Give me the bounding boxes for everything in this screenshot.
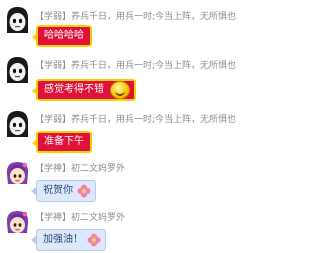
pale-face-avatar-icon — [5, 56, 30, 84]
message-bubble: 感觉考得不错 — [32, 79, 136, 101]
message-bubble: 准备下午 — [32, 131, 92, 153]
sender-header: 【学弱】养兵千日，用兵一时;今当上阵，无所惧也 — [35, 61, 237, 71]
sender-header: 【学神】初二文妈罗外 — [35, 164, 126, 174]
message-text: 加强油！ — [43, 234, 83, 245]
purple-hair-girl-avatar-icon — [5, 160, 30, 188]
flower-icon — [87, 233, 101, 247]
purple-hair-girl-avatar-icon — [5, 209, 30, 237]
pale-face-avatar-icon — [5, 6, 30, 34]
sender-header: 【学弱】养兵千日，用兵一时;今当上阵，无所惧也 — [35, 12, 237, 22]
pale-face-avatar-icon — [5, 110, 30, 138]
message-text: 感觉考得不错 — [44, 84, 104, 95]
sender-avatar[interactable] — [5, 110, 30, 138]
message-bubble: 加强油！ — [31, 229, 106, 251]
sender-avatar[interactable] — [5, 160, 30, 188]
message-bubble: 哈哈哈哈 — [32, 25, 92, 47]
sender-avatar[interactable] — [5, 56, 30, 84]
sender-header: 【学弱】养兵千日，用兵一时;今当上阵，无所惧也 — [35, 115, 237, 125]
flower-icon — [77, 184, 91, 198]
sender-avatar[interactable] — [5, 6, 30, 34]
smiley-icon — [110, 81, 130, 99]
message-text: 祝贺你 — [43, 185, 73, 196]
message-bubble: 祝贺你 — [31, 180, 96, 202]
sender-header: 【学神】初二文妈罗外 — [35, 213, 126, 223]
sender-avatar[interactable] — [5, 209, 30, 237]
